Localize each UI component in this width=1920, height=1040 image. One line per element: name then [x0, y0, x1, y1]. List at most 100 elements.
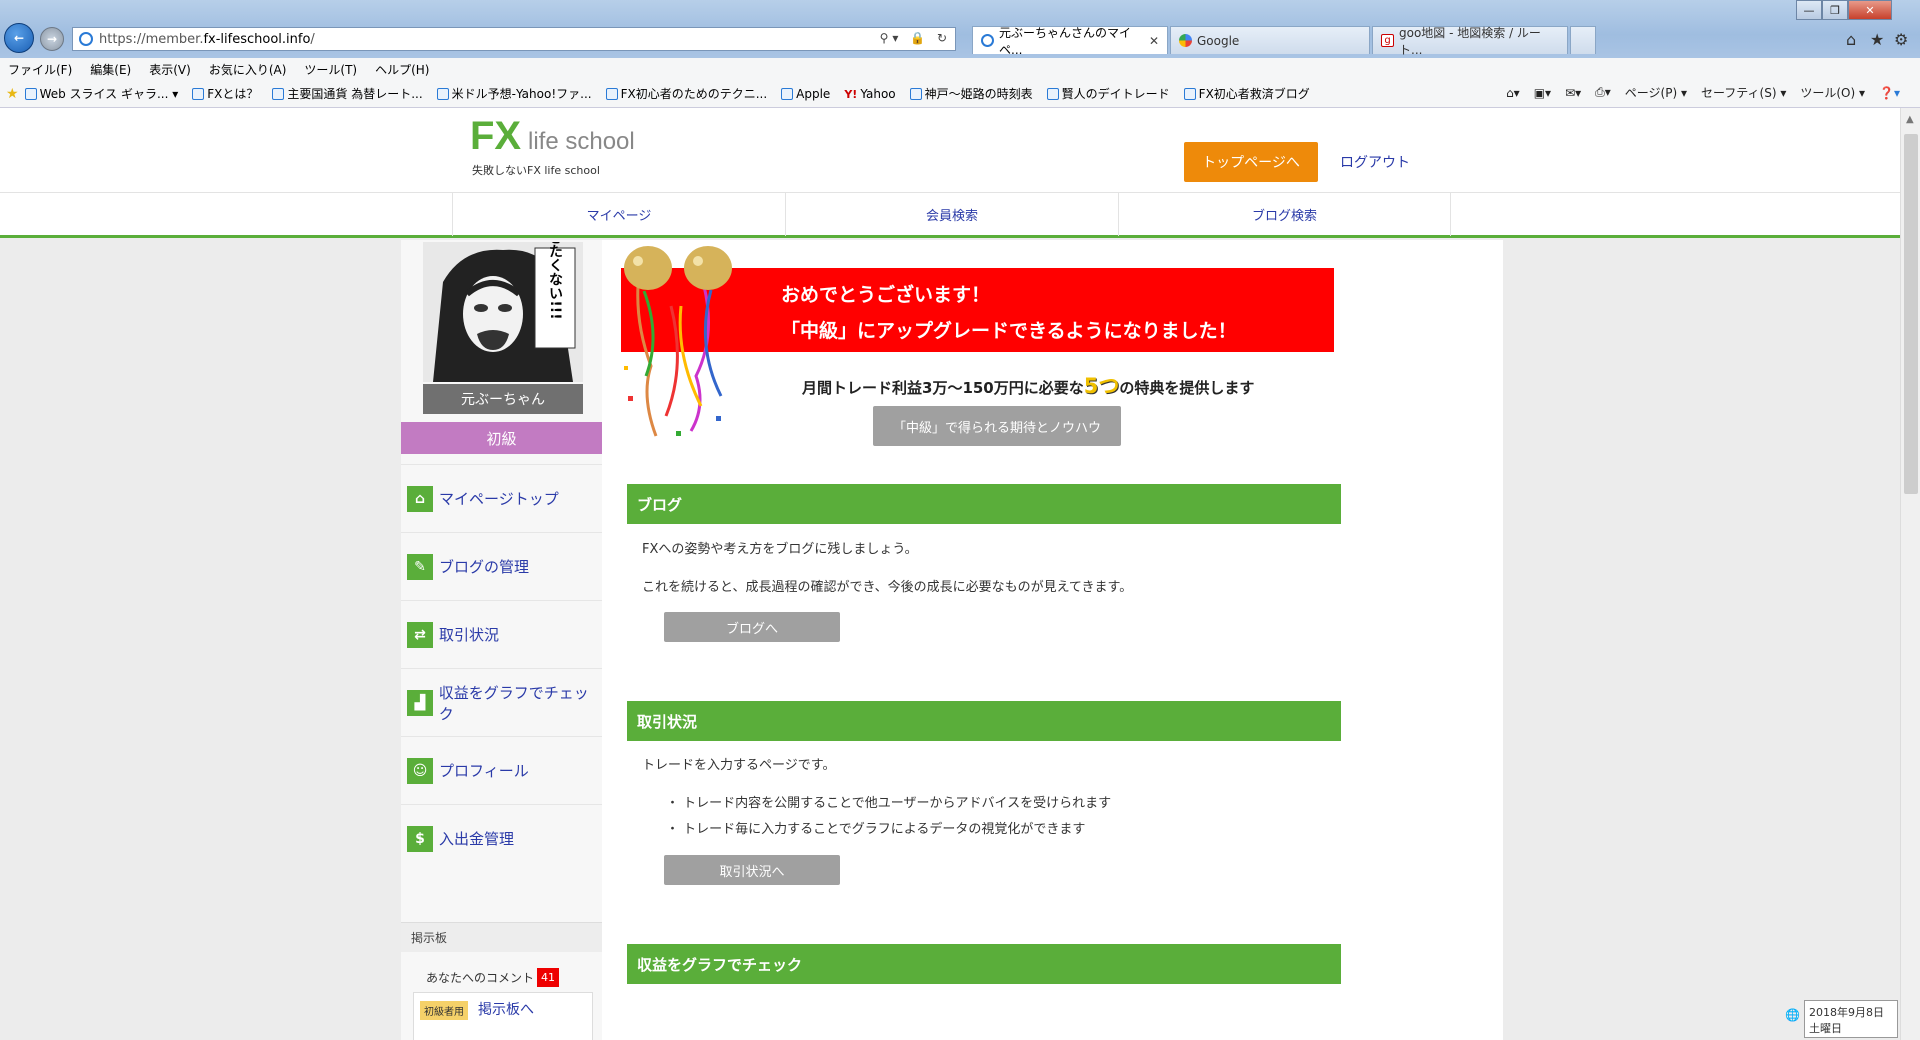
yahoo-icon: Y! [844, 87, 858, 101]
favorite-item[interactable]: Web スライス ギャラ... ▾ [24, 85, 178, 102]
sidebar-item-chart[interactable]: ▟ 収益をグラフでチェック [401, 668, 602, 736]
vertical-scrollbar[interactable]: ▲ [1900, 108, 1920, 1040]
page-icon [605, 87, 618, 100]
trade-text1: トレードを入力するページです。 [642, 758, 836, 773]
chart-icon: ▟ [407, 689, 433, 716]
page-icon [192, 87, 205, 100]
command-safety[interactable]: セーフティ(S) ▾ [1701, 84, 1786, 101]
trade-button[interactable]: 取引状況へ [664, 855, 840, 885]
sidebar-item-deposit[interactable]: $ 入出金管理 [401, 804, 602, 872]
privilege-count: 5つ [1083, 374, 1120, 398]
page-icon [1183, 87, 1196, 100]
favorite-item[interactable]: Y! Yahoo [844, 87, 895, 101]
trade-icon: ⇄ [407, 621, 433, 648]
logo-fx[interactable]: FX [470, 114, 521, 159]
menu-file[interactable]: ファイル(F) [8, 61, 72, 78]
maximize-button[interactable]: ❐ [1822, 0, 1848, 20]
home-icon[interactable]: ⌂▾ [1506, 86, 1520, 100]
main-content: おめでとうございます！ 「中級」にアップグレードできるようになりました！ 月間ト… [602, 240, 1503, 1040]
home-icon[interactable]: ⌂ [1846, 30, 1856, 49]
nav-mypage[interactable]: マイページ [452, 193, 785, 236]
privilege-text: 月間トレード利益3万～150万円に必要な5つの特典を提供します [802, 370, 1254, 400]
board-link[interactable]: 掲示板へ [478, 999, 534, 1019]
user-name[interactable]: 元ぶーちゃん [423, 384, 583, 414]
menu-tools[interactable]: ツール(T) [304, 61, 357, 78]
menu-favorites[interactable]: お気に入り(A) [209, 61, 287, 78]
favorite-item[interactable]: FX初心者のためのテクニ... [605, 85, 767, 102]
favorite-item[interactable]: 神戸～姫路の時刻表 [909, 85, 1033, 102]
tab-mypage[interactable]: 元ぶーちゃんさんのマイペ... ✕ [972, 26, 1168, 57]
search-lock-refresh-icons[interactable]: ⚲▾ 🔒 ↻ [880, 31, 951, 45]
privilege-post: の特典を提供します [1119, 379, 1255, 397]
new-tab-button[interactable] [1570, 26, 1596, 54]
rank-badge: 初級 [401, 422, 602, 454]
print-icon[interactable]: ⎙▾ [1595, 85, 1611, 100]
address-bar[interactable]: https://member. fx-lifeschool.info / ⚲▾ 🔒 … [72, 27, 956, 51]
tab-google[interactable]: Google [1170, 26, 1370, 54]
rss-icon[interactable]: ▣▾ [1534, 86, 1551, 100]
menu-view[interactable]: 表示(V) [149, 61, 191, 78]
sidebar-item-trade[interactable]: ⇄ 取引状況 [401, 600, 602, 668]
menu-help[interactable]: ヘルプ(H) [375, 61, 429, 78]
globe-icon[interactable]: 🌐 [1785, 1008, 1800, 1022]
favorite-item[interactable]: 賢人のデイトレード [1046, 85, 1170, 102]
sidebar-item-mypage-top[interactable]: ⌂ マイページトップ [401, 464, 602, 532]
settings-gear-icon[interactable]: ⚙ [1894, 30, 1908, 49]
tab-label: 元ぶーちゃんさんのマイペ... [999, 25, 1132, 57]
favorites-star-icon[interactable]: ★ [1870, 30, 1884, 49]
tab-goo-map[interactable]: g goo地図 - 地図検索 / ルート... [1372, 26, 1568, 57]
close-tab-icon[interactable]: ✕ [1141, 34, 1159, 48]
command-page[interactable]: ページ(P) ▾ [1625, 84, 1687, 101]
intermediate-info-button[interactable]: 「中級」で得られる期待とノウハウ [873, 406, 1121, 446]
scroll-up-icon[interactable]: ▲ [1906, 114, 1914, 125]
forward-button[interactable]: → [40, 27, 64, 51]
sidebar-item-label: マイページトップ [439, 490, 559, 508]
menu-bar: ファイル(F) 編集(E) 表示(V) お気に入り(A) ツール(T) ヘルプ(… [0, 58, 1920, 80]
logout-link[interactable]: ログアウト [1340, 152, 1410, 172]
favorite-item[interactable]: FX初心者救済ブログ [1183, 85, 1310, 102]
ie-page-icon [981, 34, 994, 47]
help-icon[interactable]: ❓▾ [1879, 86, 1900, 100]
sidebar-item-profile[interactable]: ☺ プロフィール [401, 736, 602, 804]
site-header: FX life school 失敗しないFX life school トップペー… [0, 108, 1900, 192]
google-icon [1179, 34, 1192, 47]
favorite-item[interactable]: 米ドル予想-Yahoo!ファ... [436, 85, 592, 102]
sidebar-item-label: 入出金管理 [439, 830, 515, 848]
avatar[interactable]: 働きたくない!!! [423, 242, 583, 382]
minimize-button[interactable]: — [1796, 0, 1822, 20]
favorite-label: 賢人のデイトレード [1061, 87, 1170, 101]
sidebar-item-label: 収益をグラフでチェック [438, 683, 589, 723]
top-page-button[interactable]: トップページへ [1184, 142, 1318, 182]
section-graph-title: 収益をグラフでチェック [627, 944, 1341, 984]
board-level-tag: 初級者用 [420, 1001, 468, 1020]
tab-label: Google [1197, 33, 1240, 48]
page-icon [24, 87, 37, 100]
logo-life-school[interactable]: life school [528, 128, 635, 156]
nav-blog-search[interactable]: ブログ検索 [1118, 193, 1451, 236]
command-bar: ⌂▾ ▣▾ ✉▾ ⎙▾ ページ(P) ▾ セーフティ(S) ▾ ツール(O) ▾… [1492, 84, 1900, 101]
page-icon [909, 87, 922, 100]
favorite-item[interactable]: 主要国通貨 為替レート... [272, 85, 423, 102]
taskbar-clock[interactable]: 2018年9月8日 土曜日 [1804, 1000, 1898, 1038]
board-comment-row[interactable]: あなたへのコメント 41 [426, 968, 560, 987]
congrats-line1: おめでとうございます！ [781, 284, 991, 306]
blog-icon: ✎ [407, 553, 433, 580]
dollar-icon: $ [407, 825, 433, 852]
command-tools[interactable]: ツール(O) ▾ [1800, 84, 1865, 101]
scroll-thumb[interactable] [1904, 134, 1918, 494]
close-window-button[interactable]: ✕ [1848, 0, 1892, 20]
sidebar-item-label: 取引状況 [439, 626, 500, 644]
favorite-item[interactable]: FXとは？ [192, 85, 258, 102]
menu-edit[interactable]: 編集(E) [90, 61, 131, 78]
mail-icon[interactable]: ✉▾ [1565, 86, 1581, 100]
back-button[interactable]: ← [4, 23, 34, 53]
profile-icon: ☺ [407, 757, 433, 784]
page-icon [272, 87, 285, 100]
favorite-label: FX初心者救済ブログ [1198, 87, 1310, 101]
sidebar-item-blog-manage[interactable]: ✎ ブログの管理 [401, 532, 602, 600]
favorites-star-icon[interactable]: ★ [6, 86, 19, 102]
nav-member-search[interactable]: 会員検索 [785, 193, 1118, 236]
favorite-item[interactable]: Apple [781, 87, 830, 101]
blog-button[interactable]: ブログへ [664, 612, 840, 642]
sidebar-item-label: ブログの管理 [439, 558, 530, 576]
